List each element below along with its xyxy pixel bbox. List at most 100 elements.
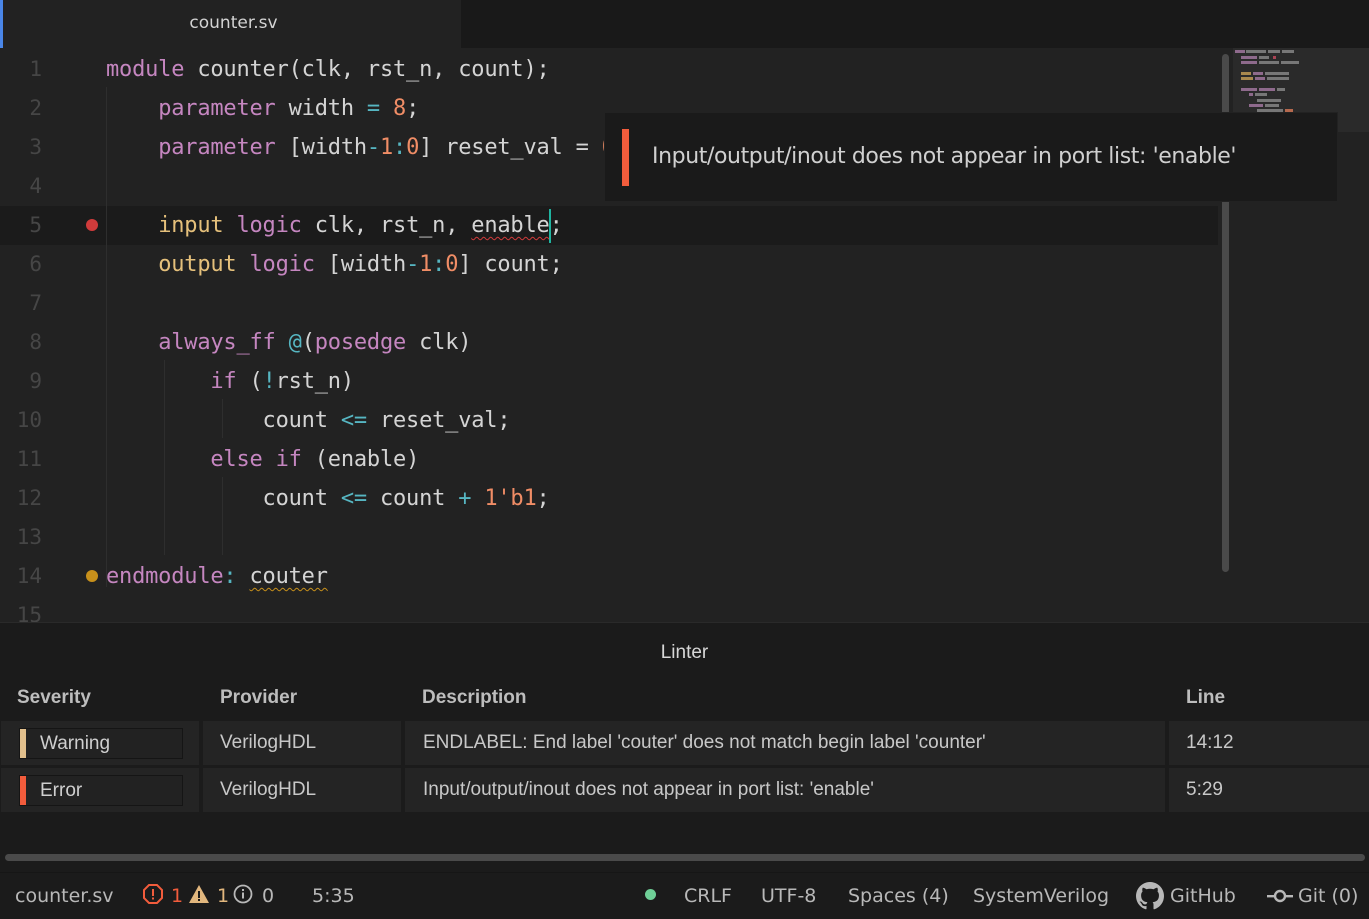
line-number[interactable]: 3 [0, 128, 42, 167]
column-header-description[interactable]: Description [422, 687, 527, 709]
line-number[interactable]: 5 [0, 206, 42, 245]
tab-counter-sv[interactable]: counter.sv [0, 0, 461, 48]
column-header-severity[interactable]: Severity [17, 687, 91, 709]
tab-label: counter.sv [189, 13, 278, 33]
info-count[interactable]: 0 [262, 885, 274, 907]
code-token: 1 [379, 135, 394, 160]
warning-icon[interactable] [188, 884, 210, 909]
code-token: @ [288, 330, 302, 355]
code-line[interactable]: 10 count <= reset_val; [0, 401, 1218, 440]
indent-guide [164, 360, 165, 555]
status-bar: counter.sv 1 1 0 5:35 CRLF UTF-8 Spaces … [0, 872, 1369, 919]
code-line[interactable]: 9 if (!rst_n) [0, 362, 1218, 401]
line-number[interactable]: 8 [0, 323, 42, 362]
code-text: module counter(clk, rst_n, count); [106, 50, 550, 89]
line-number[interactable]: 12 [0, 479, 42, 518]
code-text: count <= reset_val; [106, 401, 511, 440]
github-icon[interactable] [1136, 882, 1164, 915]
code-token: input [158, 213, 224, 238]
line-number[interactable]: 1 [0, 50, 42, 89]
code-token: output [158, 252, 237, 277]
warning-marker-icon[interactable] [86, 570, 98, 582]
indent-guide [222, 477, 223, 555]
code-token: 1 [419, 252, 433, 277]
line-number[interactable]: 15 [0, 596, 42, 622]
column-header-line[interactable]: Line [1186, 687, 1225, 709]
code-line[interactable]: 7 [0, 284, 1218, 323]
file-encoding[interactable]: UTF-8 [761, 885, 816, 907]
tab-bar: counter.sv [0, 0, 1369, 48]
github-button[interactable]: GitHub [1170, 885, 1236, 907]
git-button[interactable]: Git (0) [1298, 885, 1358, 907]
line-cell[interactable]: 14:12 [1169, 721, 1369, 765]
code-token: ; [536, 486, 550, 511]
indent-guide [106, 87, 107, 587]
code-token: [width [275, 135, 367, 160]
line-number[interactable]: 6 [0, 245, 42, 284]
description-cell: Input/output/inout does not appear in po… [405, 768, 1165, 812]
code-token: clk, rst_n, [301, 213, 472, 238]
code-token: [width [314, 252, 407, 277]
line-number[interactable]: 2 [0, 89, 42, 128]
diagnostic-tooltip: Input/output/inout does not appear in po… [604, 112, 1338, 202]
code-token: ; [549, 213, 563, 238]
line-cell[interactable]: 5:29 [1169, 768, 1369, 812]
code-line[interactable]: 14 endmodule: couter [0, 557, 1218, 596]
provider-cell: VerilogHDL [203, 768, 401, 812]
code-token: rst_n) [275, 369, 354, 394]
code-token: couter [249, 564, 328, 589]
code-token: counter(clk, rst_n, count); [184, 57, 550, 82]
code-token: module [106, 57, 185, 82]
code-token: posedge [314, 330, 407, 355]
code-token: parameter [158, 135, 276, 160]
error-count[interactable]: 1 [171, 885, 183, 907]
code-line[interactable]: 8 always_ff @(posedge clk) [0, 323, 1218, 362]
error-stripe [20, 776, 26, 805]
code-token: - [366, 135, 380, 160]
info-icon[interactable] [233, 884, 253, 909]
cursor-position[interactable]: 5:35 [312, 885, 355, 907]
line-number[interactable]: 13 [0, 518, 42, 557]
line-number[interactable]: 7 [0, 284, 42, 323]
table-row[interactable]: Warning VerilogHDL ENDLABEL: End label '… [0, 721, 1369, 765]
indentation[interactable]: Spaces (4) [848, 885, 949, 907]
code-line[interactable]: 11 else if (enable) [0, 440, 1218, 479]
code-token: : [223, 564, 237, 589]
code-token: : [432, 252, 446, 277]
code-token: + [458, 486, 472, 511]
provider-cell: VerilogHDL [203, 721, 401, 765]
line-number[interactable]: 9 [0, 362, 42, 401]
column-header-provider[interactable]: Provider [220, 687, 297, 709]
line-number[interactable]: 14 [0, 557, 42, 596]
warning-count[interactable]: 1 [217, 885, 229, 907]
error-marker-icon[interactable] [86, 219, 98, 231]
code-line[interactable]: 13 [0, 518, 1218, 557]
code-line[interactable]: 12 count <= count + 1'b1; [0, 479, 1218, 518]
line-number[interactable]: 10 [0, 401, 42, 440]
line-ending[interactable]: CRLF [684, 885, 732, 907]
code-line[interactable]: 5 input logic clk, rst_n, enable; [0, 206, 1218, 245]
line-number[interactable]: 4 [0, 167, 42, 206]
code-token: ! [262, 369, 276, 394]
code-token: logic [249, 252, 315, 277]
code-text: endmodule: couter [106, 557, 328, 596]
code-token: : [393, 135, 407, 160]
code-line[interactable]: 15 [0, 596, 1218, 622]
code-line[interactable]: 6 output logic [width-1:0] count; [0, 245, 1218, 284]
error-icon[interactable] [143, 884, 163, 909]
status-file-name[interactable]: counter.sv [15, 885, 114, 907]
line-number[interactable]: 11 [0, 440, 42, 479]
panel-horizontal-scrollbar[interactable] [5, 854, 1365, 861]
table-row[interactable]: Error VerilogHDL Input/output/inout does… [0, 768, 1369, 812]
code-line[interactable]: 1 module counter(clk, rst_n, count); [0, 50, 1218, 89]
grammar-selector[interactable]: SystemVerilog [973, 885, 1109, 907]
code-token: parameter [158, 96, 276, 121]
code-token: ] count; [458, 252, 563, 277]
git-commit-icon[interactable] [1267, 887, 1293, 909]
